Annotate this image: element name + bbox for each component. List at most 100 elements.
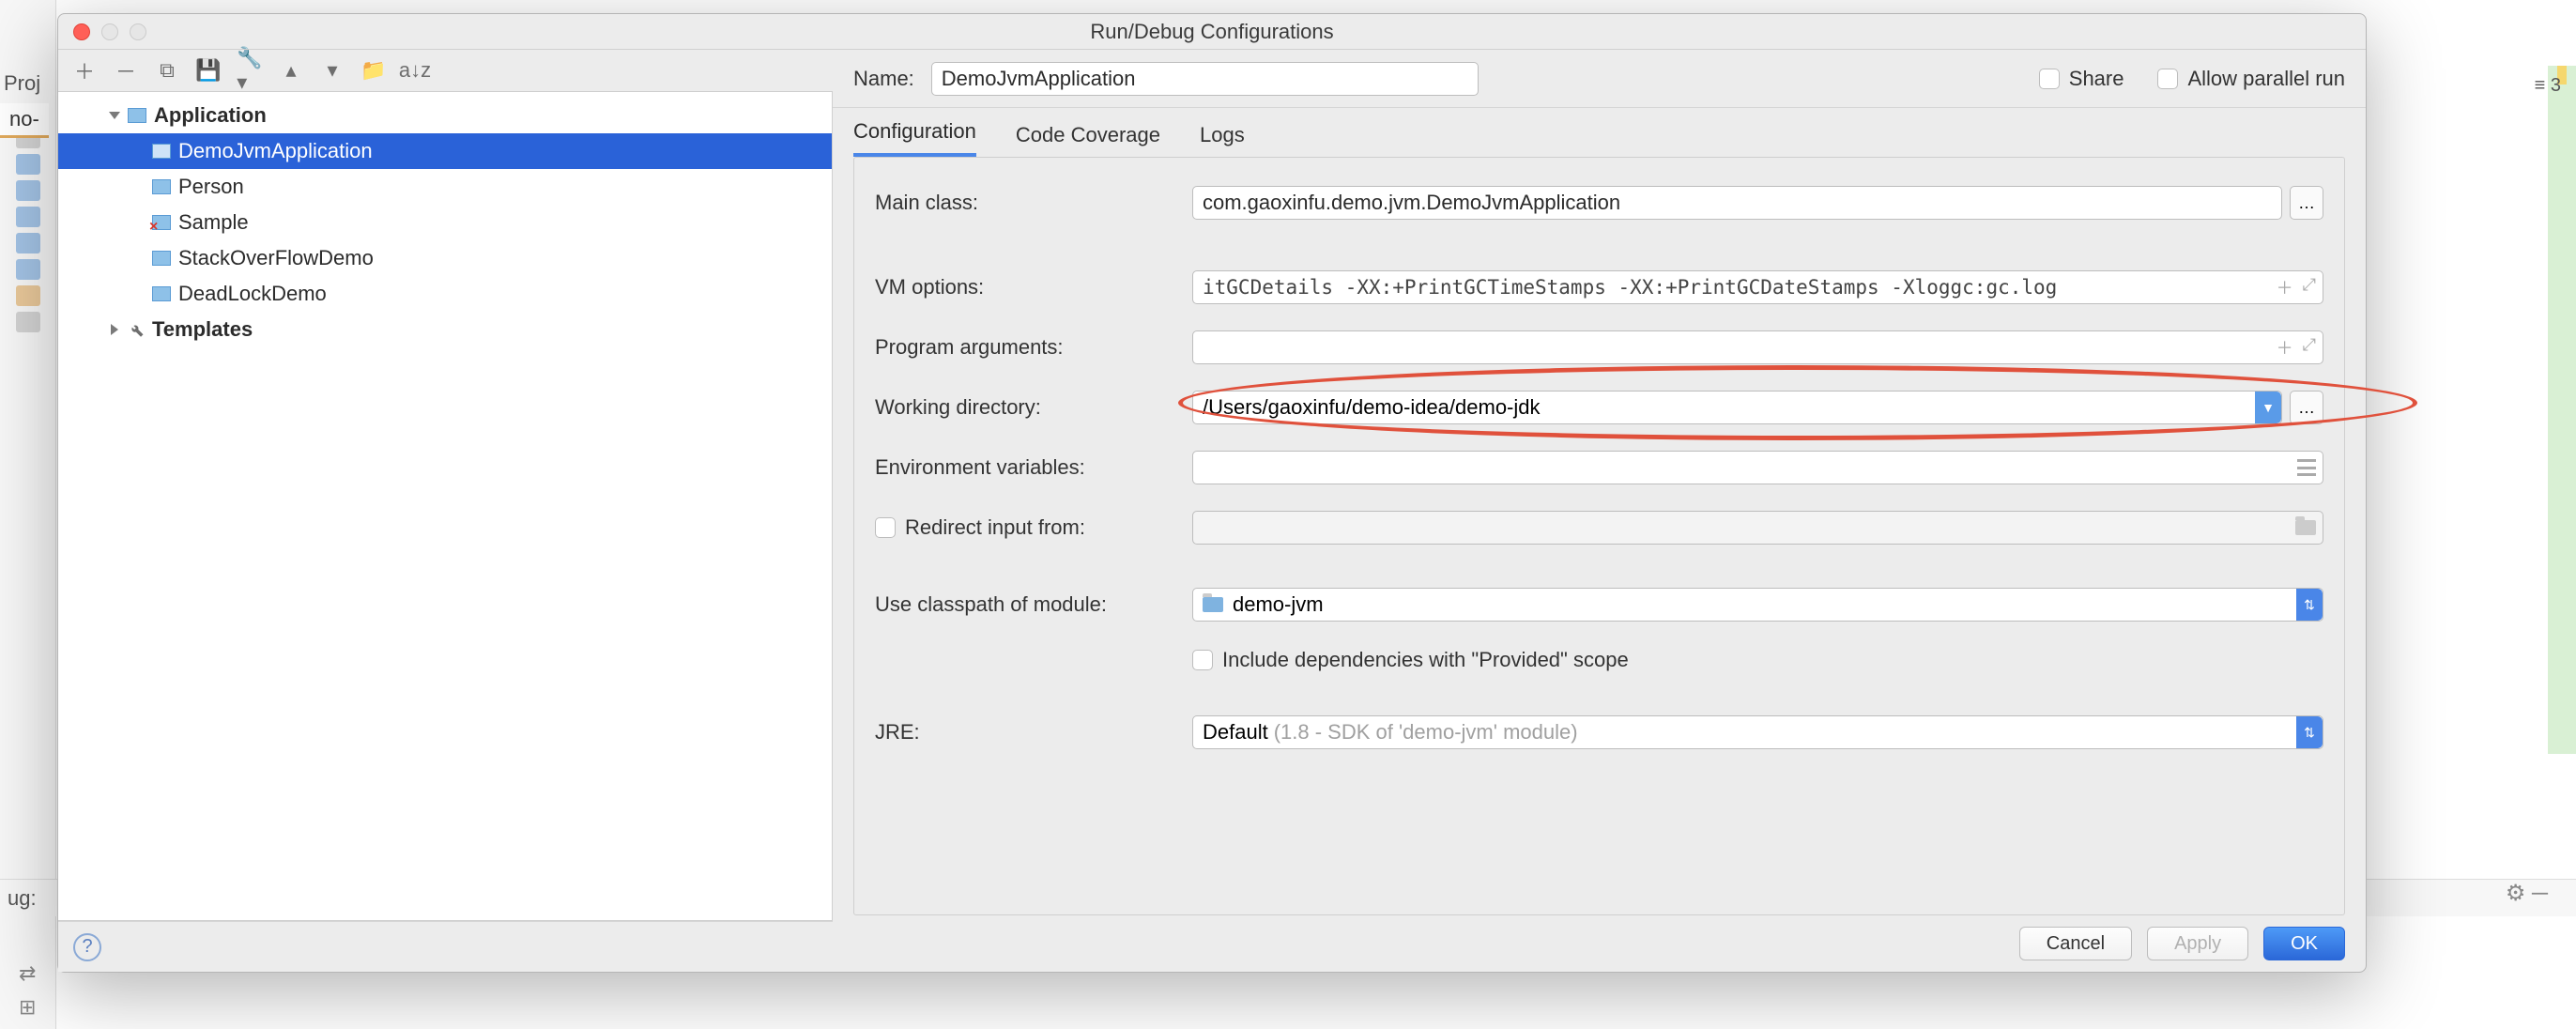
move-up-button[interactable]: ▴: [280, 59, 302, 82]
name-input[interactable]: [931, 62, 1479, 96]
redirect-input-checkbox[interactable]: [875, 517, 896, 538]
maximize-icon: [130, 23, 146, 40]
name-row: Name: Share Allow parallel run: [833, 50, 2366, 108]
tree-group-templates[interactable]: Templates: [58, 312, 832, 347]
classpath-module-select[interactable]: demo-jvm ⇅: [1192, 588, 2323, 622]
plus-icon[interactable]: ＋: [2277, 275, 2293, 299]
configuration-form: Main class: … VM options: ＋ ⤢: [853, 157, 2345, 915]
include-provided-checkbox[interactable]: [1192, 650, 1213, 670]
tree-item-demojvmapplication[interactable]: DemoJvmApplication: [58, 133, 832, 169]
ide-left-gutter: [0, 0, 56, 1029]
watermark: [2561, 1021, 2576, 1029]
main-class-row: Main class: …: [875, 186, 2323, 220]
folder-icon: [2295, 520, 2316, 535]
tree-item-stackoverflowdemo[interactable]: StackOverFlowDemo: [58, 240, 832, 276]
allow-parallel-checkbox-row[interactable]: Allow parallel run: [2157, 67, 2345, 91]
tab-logs[interactable]: Logs: [1200, 123, 1245, 157]
add-config-button[interactable]: ＋: [73, 59, 96, 82]
tree-item-person[interactable]: Person: [58, 169, 832, 205]
jre-select[interactable]: Default (1.8 - SDK of 'demo-jvm' module)…: [1192, 715, 2323, 749]
tab-configuration[interactable]: Configuration: [853, 119, 976, 157]
ide-tool-icons: ⇄⊞: [19, 961, 36, 1020]
chevron-up-down-icon[interactable]: ⇅: [2296, 716, 2323, 748]
edit-defaults-button[interactable]: 🔧▾: [238, 59, 261, 82]
expand-icon[interactable]: ⤢: [2303, 335, 2316, 360]
environment-variables-input[interactable]: [1192, 451, 2323, 484]
dialog-title: Run/Debug Configurations: [1090, 20, 1333, 44]
program-arguments-input[interactable]: [1192, 330, 2323, 364]
application-icon: [128, 108, 146, 123]
copy-config-button[interactable]: ⧉: [156, 59, 178, 82]
ide-right-gutter: [2548, 66, 2576, 754]
run-config-icon: [152, 179, 171, 194]
sidebar-toolbar: ＋ － ⧉ 💾 🔧▾ ▴ ▾ 📁 a↓z: [58, 50, 833, 91]
dialog-titlebar: Run/Debug Configurations: [58, 14, 2366, 50]
minimize-icon: [101, 23, 118, 40]
tree-item-deadlockdemo[interactable]: DeadLockDemo: [58, 276, 832, 312]
redirect-input-field: [1192, 511, 2323, 545]
folder-button[interactable]: 📁: [362, 59, 385, 82]
tree-item-sample[interactable]: Sample: [58, 205, 832, 240]
working-directory-browse-button[interactable]: …: [2290, 391, 2323, 424]
environment-variables-label: Environment variables:: [875, 455, 1175, 480]
sidebar-footer: ?: [58, 921, 833, 972]
module-icon: [1203, 597, 1223, 612]
jre-row: JRE: Default (1.8 - SDK of 'demo-jvm' mo…: [875, 715, 2323, 749]
run-config-error-icon: [152, 215, 171, 230]
ok-button[interactable]: OK: [2263, 927, 2345, 960]
vm-options-row: VM options: ＋ ⤢: [875, 270, 2323, 304]
main-class-input[interactable]: [1192, 186, 2282, 220]
redirect-input-checkbox-row[interactable]: Redirect input from:: [875, 515, 1175, 540]
chevron-down-icon[interactable]: ▼: [2255, 392, 2281, 423]
apply-button: Apply: [2147, 927, 2248, 960]
run-config-icon: [152, 251, 171, 266]
include-provided-checkbox-row[interactable]: Include dependencies with "Provided" sco…: [1192, 648, 1629, 672]
program-arguments-row: Program arguments: ＋ ⤢: [875, 330, 2323, 364]
jre-label: JRE:: [875, 720, 1175, 745]
tree-group-application[interactable]: Application: [58, 98, 832, 133]
dialog-buttons: Cancel Apply OK: [833, 915, 2366, 972]
cancel-button[interactable]: Cancel: [2019, 927, 2132, 960]
vm-options-input[interactable]: [1192, 270, 2323, 304]
share-checkbox[interactable]: [2039, 69, 2060, 89]
run-config-icon: [152, 144, 171, 159]
expand-icon[interactable]: ⤢: [2303, 275, 2316, 299]
configurations-sidebar: ＋ － ⧉ 💾 🔧▾ ▴ ▾ 📁 a↓z Application DemoJv: [58, 50, 833, 972]
environment-variables-row: Environment variables:: [875, 451, 2323, 484]
move-down-button[interactable]: ▾: [321, 59, 344, 82]
name-label: Name:: [853, 67, 914, 91]
chevron-up-down-icon[interactable]: ⇅: [2296, 589, 2323, 621]
window-controls: [73, 23, 146, 40]
sort-button[interactable]: a↓z: [404, 59, 426, 82]
chevron-down-icon: [109, 112, 120, 119]
working-directory-input[interactable]: /Users/gaoxinfu/demo-idea/demo-jdk ▼: [1192, 391, 2282, 424]
classpath-module-label: Use classpath of module:: [875, 592, 1175, 617]
chevron-right-icon: [111, 324, 118, 335]
plus-icon[interactable]: ＋: [2277, 335, 2293, 360]
share-checkbox-row[interactable]: Share: [2039, 67, 2124, 91]
ide-project-label: Proj: [4, 71, 40, 96]
classpath-module-row: Use classpath of module: demo-jvm ⇅: [875, 588, 2323, 622]
close-icon[interactable]: [73, 23, 90, 40]
help-button[interactable]: ?: [73, 933, 101, 961]
include-provided-row: Include dependencies with "Provided" sco…: [875, 648, 2323, 672]
working-directory-row: Working directory: /Users/gaoxinfu/demo-…: [875, 391, 2323, 424]
save-config-button[interactable]: 💾: [197, 59, 220, 82]
main-class-browse-button[interactable]: …: [2290, 186, 2323, 220]
program-arguments-label: Program arguments:: [875, 335, 1175, 360]
run-debug-configurations-dialog: Run/Debug Configurations ＋ － ⧉ 💾 🔧▾ ▴ ▾ …: [57, 13, 2367, 973]
config-tabs: Configuration Code Coverage Logs: [833, 108, 2366, 157]
working-directory-label: Working directory:: [875, 395, 1175, 420]
ide-editor-tab[interactable]: no-: [0, 103, 49, 138]
run-config-icon: [152, 286, 171, 301]
allow-parallel-checkbox[interactable]: [2157, 69, 2178, 89]
gear-icon[interactable]: ⚙ ─: [2506, 880, 2548, 907]
wrench-icon: [128, 321, 145, 338]
main-class-label: Main class:: [875, 191, 1175, 215]
tab-code-coverage[interactable]: Code Coverage: [1016, 123, 1160, 157]
remove-config-button[interactable]: －: [115, 59, 137, 82]
list-icon[interactable]: [2297, 459, 2316, 476]
redirect-input-row: Redirect input from:: [875, 511, 2323, 545]
configurations-tree[interactable]: Application DemoJvmApplication Person Sa…: [58, 91, 833, 921]
config-editor: Name: Share Allow parallel run Configura…: [833, 50, 2366, 972]
